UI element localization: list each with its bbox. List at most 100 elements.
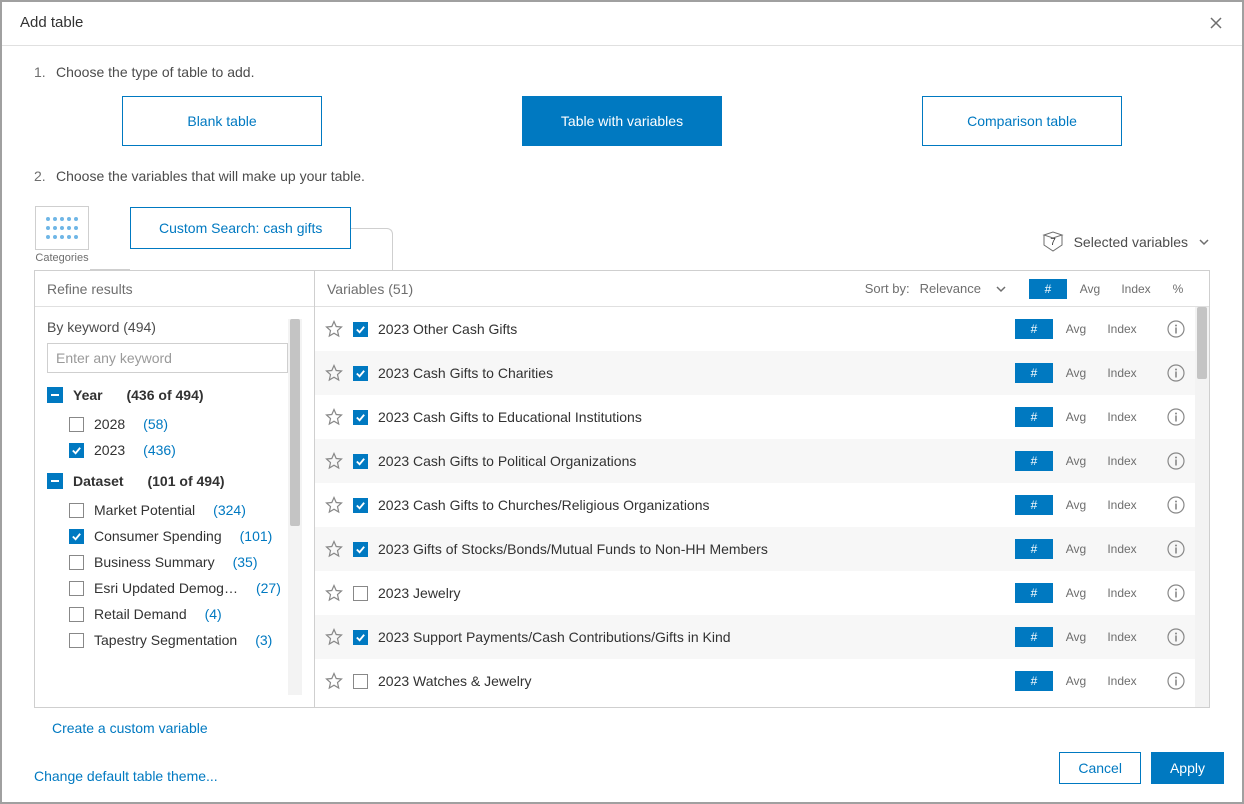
- info-icon[interactable]: [1167, 628, 1185, 646]
- variable-checkbox[interactable]: [353, 586, 368, 601]
- info-icon[interactable]: [1167, 452, 1185, 470]
- facet-item[interactable]: Business Summary(35): [47, 549, 288, 575]
- star-icon[interactable]: [325, 628, 343, 646]
- variable-checkbox[interactable]: [353, 674, 368, 689]
- variable-row: 2023 Other Cash Gifts #AvgIndex: [315, 307, 1195, 351]
- close-icon[interactable]: [1208, 15, 1224, 31]
- checkbox[interactable]: [69, 633, 84, 648]
- variable-row: 2023 Cash Gifts to Political Organizatio…: [315, 439, 1195, 483]
- variable-checkbox[interactable]: [353, 410, 368, 425]
- info-icon[interactable]: [1167, 408, 1185, 426]
- variable-label: 2023 Other Cash Gifts: [378, 321, 1005, 337]
- variable-checkbox[interactable]: [353, 322, 368, 337]
- toggle-number[interactable]: #: [1015, 539, 1053, 559]
- toggle-index[interactable]: Index: [1113, 279, 1159, 299]
- toggle-number[interactable]: #: [1015, 583, 1053, 603]
- toggle-index[interactable]: Index: [1099, 627, 1145, 647]
- toggle-avg[interactable]: Avg: [1053, 363, 1099, 383]
- toggle-number[interactable]: #: [1015, 319, 1053, 339]
- facet-dataset-header[interactable]: Dataset (101 of 494): [47, 473, 288, 489]
- facet-item[interactable]: Consumer Spending(101): [47, 523, 288, 549]
- toggle-number[interactable]: #: [1015, 407, 1053, 427]
- toggle-index[interactable]: Index: [1099, 671, 1145, 691]
- create-custom-variable-link[interactable]: Create a custom variable: [52, 720, 208, 736]
- toggle-avg[interactable]: Avg: [1067, 279, 1113, 299]
- toggle-number[interactable]: #: [1015, 451, 1053, 471]
- toggle-avg[interactable]: Avg: [1053, 583, 1099, 603]
- facet-item[interactable]: Esri Updated Demog…(27): [47, 575, 288, 601]
- breadcrumb-row: Categories Custom Search: cash gifts 7 S…: [34, 206, 1210, 270]
- checkbox[interactable]: [69, 581, 84, 596]
- toggle-number[interactable]: #: [1015, 495, 1053, 515]
- variable-checkbox[interactable]: [353, 366, 368, 381]
- table-with-variables-button[interactable]: Table with variables: [522, 96, 722, 146]
- toggle-number[interactable]: #: [1029, 279, 1067, 299]
- variables-scrollbar[interactable]: [1195, 307, 1209, 707]
- facet-item[interactable]: Retail Demand(4): [47, 601, 288, 627]
- sort-by-select[interactable]: Relevance: [918, 277, 1009, 300]
- categories-button[interactable]: Categories: [34, 206, 90, 270]
- toggle-index[interactable]: Index: [1099, 363, 1145, 383]
- checkbox[interactable]: [69, 555, 84, 570]
- toggle-index[interactable]: Index: [1099, 583, 1145, 603]
- toggle-index[interactable]: Index: [1099, 495, 1145, 515]
- toggle-index[interactable]: Index: [1099, 407, 1145, 427]
- variable-checkbox[interactable]: [353, 454, 368, 469]
- checkbox[interactable]: [69, 529, 84, 544]
- checkbox[interactable]: [69, 607, 84, 622]
- checkbox[interactable]: [69, 443, 84, 458]
- comparison-table-button[interactable]: Comparison table: [922, 96, 1122, 146]
- info-icon[interactable]: [1167, 584, 1185, 602]
- info-icon[interactable]: [1167, 496, 1185, 514]
- toggle-avg[interactable]: Avg: [1053, 671, 1099, 691]
- star-icon[interactable]: [325, 496, 343, 514]
- apply-button[interactable]: Apply: [1151, 752, 1224, 784]
- toggle-avg[interactable]: Avg: [1053, 451, 1099, 471]
- cancel-button[interactable]: Cancel: [1059, 752, 1141, 784]
- star-icon[interactable]: [325, 408, 343, 426]
- keyword-input[interactable]: [47, 343, 288, 373]
- toggle-avg[interactable]: Avg: [1053, 319, 1099, 339]
- toggle-avg[interactable]: Avg: [1053, 627, 1099, 647]
- star-icon[interactable]: [325, 672, 343, 690]
- facet-item[interactable]: Market Potential(324): [47, 497, 288, 523]
- header-format-toggles: # Avg Index %: [1029, 279, 1197, 299]
- toggle-number[interactable]: #: [1015, 671, 1053, 691]
- info-icon[interactable]: [1167, 320, 1185, 338]
- star-icon[interactable]: [325, 320, 343, 338]
- facet-item[interactable]: 2023(436): [47, 437, 288, 463]
- toggle-index[interactable]: Index: [1099, 319, 1145, 339]
- star-icon[interactable]: [325, 540, 343, 558]
- refine-scrollbar[interactable]: [288, 319, 302, 695]
- by-keyword-label: By keyword (494): [47, 319, 288, 335]
- facet-item[interactable]: 2028(58): [47, 411, 288, 437]
- change-default-theme-link[interactable]: Change default table theme...: [34, 768, 218, 784]
- selected-variables-button[interactable]: 7 Selected variables: [1042, 214, 1210, 270]
- checkbox[interactable]: [69, 503, 84, 518]
- facet-item[interactable]: Tapestry Segmentation(3): [47, 627, 288, 653]
- variable-label: 2023 Cash Gifts to Educational Instituti…: [378, 409, 1005, 425]
- star-icon[interactable]: [325, 452, 343, 470]
- info-icon[interactable]: [1167, 364, 1185, 382]
- variable-checkbox[interactable]: [353, 630, 368, 645]
- toggle-number[interactable]: #: [1015, 627, 1053, 647]
- info-icon[interactable]: [1167, 672, 1185, 690]
- facet-year-header[interactable]: Year (436 of 494): [47, 387, 288, 403]
- info-icon[interactable]: [1167, 540, 1185, 558]
- custom-search-chip[interactable]: Custom Search: cash gifts: [130, 207, 351, 249]
- toggle-number[interactable]: #: [1015, 363, 1053, 383]
- toggle-avg[interactable]: Avg: [1053, 407, 1099, 427]
- blank-table-button[interactable]: Blank table: [122, 96, 322, 146]
- collapse-icon: [47, 473, 63, 489]
- refine-pane: Refine results By keyword (494) Year (43…: [35, 271, 315, 707]
- toggle-percent[interactable]: %: [1159, 279, 1197, 299]
- toggle-avg[interactable]: Avg: [1053, 539, 1099, 559]
- star-icon[interactable]: [325, 364, 343, 382]
- toggle-index[interactable]: Index: [1099, 451, 1145, 471]
- star-icon[interactable]: [325, 584, 343, 602]
- variable-checkbox[interactable]: [353, 542, 368, 557]
- toggle-index[interactable]: Index: [1099, 539, 1145, 559]
- checkbox[interactable]: [69, 417, 84, 432]
- variable-checkbox[interactable]: [353, 498, 368, 513]
- toggle-avg[interactable]: Avg: [1053, 495, 1099, 515]
